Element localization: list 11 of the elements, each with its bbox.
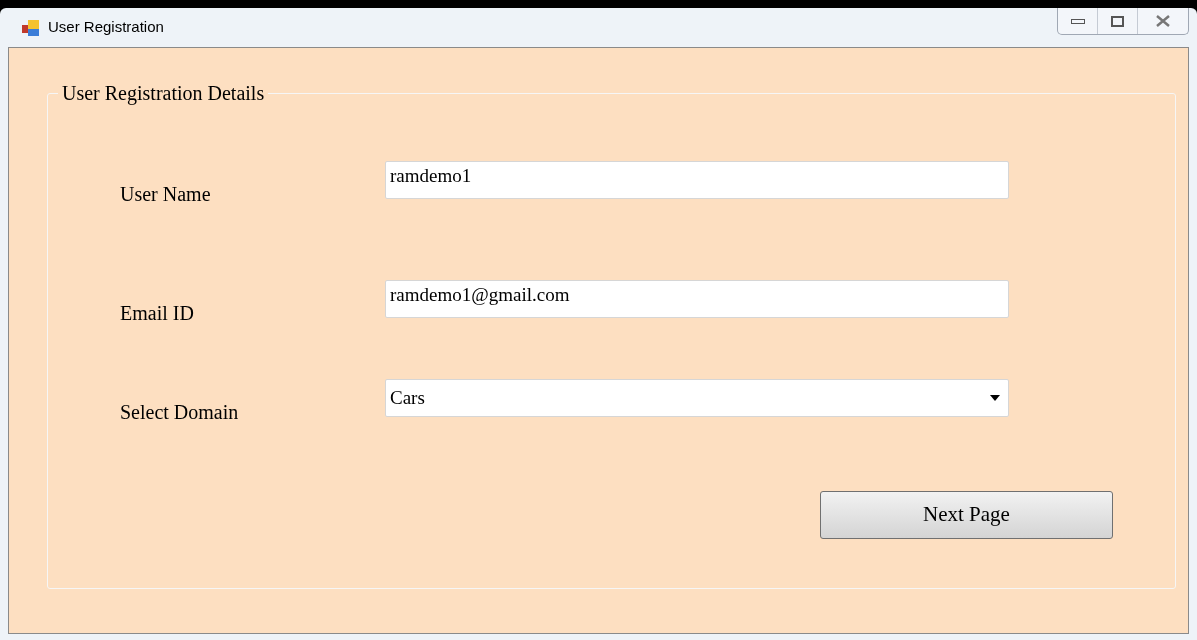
- input-field[interactable]: ramdemo1: [385, 161, 1009, 199]
- next-page-button[interactable]: Next Page: [820, 491, 1113, 539]
- domain-dropdown[interactable]: Cars: [385, 379, 1009, 417]
- close-icon: [1156, 15, 1170, 27]
- field-label: Select Domain: [120, 400, 239, 425]
- field-label: Email ID: [120, 301, 194, 326]
- field-label: User Name: [120, 182, 211, 207]
- window-title: User Registration: [48, 17, 164, 38]
- input-field[interactable]: ramdemo1@gmail.com: [385, 280, 1009, 318]
- app-icon: [22, 18, 40, 37]
- dropdown-caret-icon: [990, 395, 1000, 401]
